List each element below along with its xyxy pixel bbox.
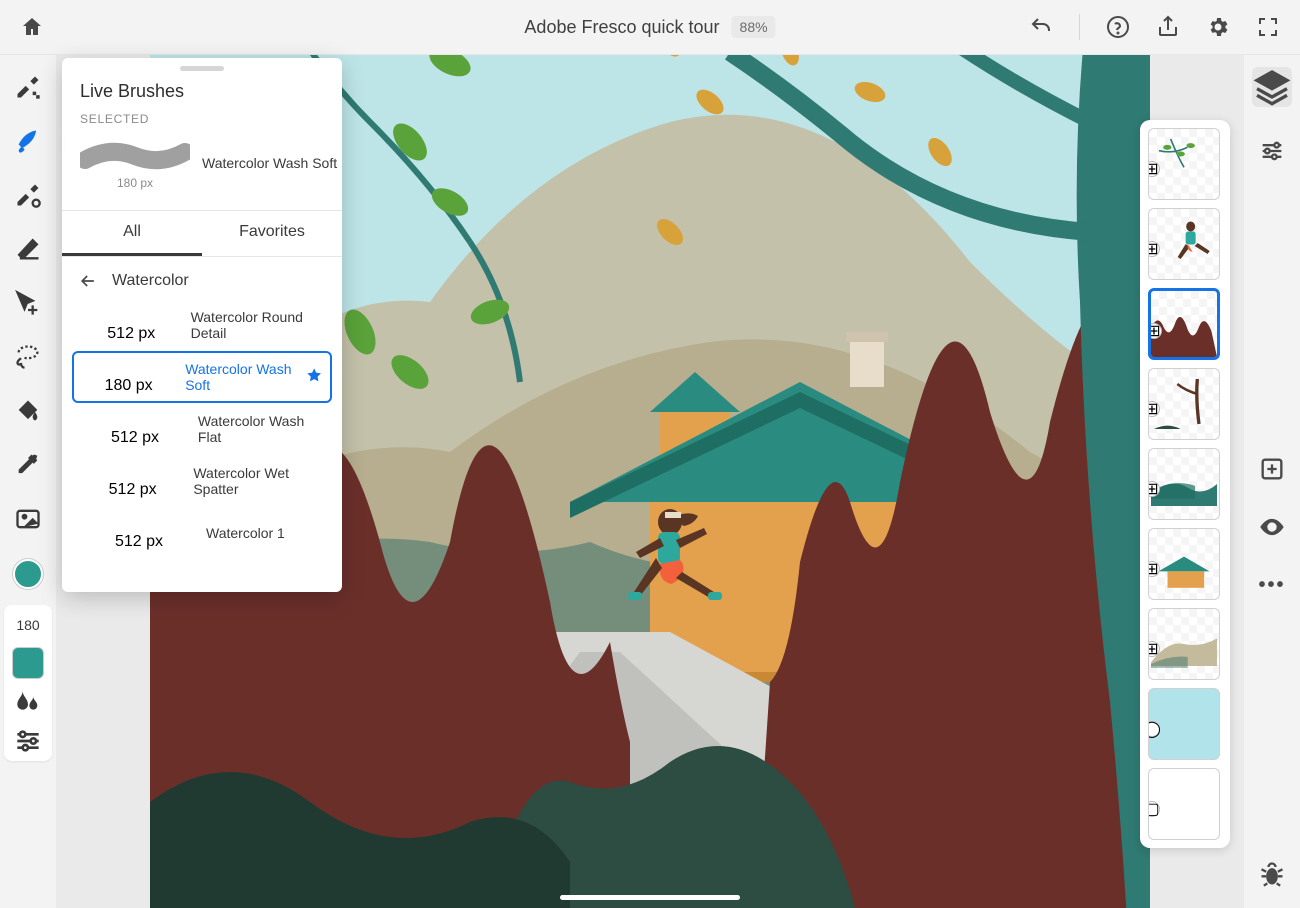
brush-stroke-preview [80, 138, 190, 174]
visibility-icon[interactable] [1258, 513, 1286, 541]
brush-name-label: Watercolor 1 [206, 525, 285, 541]
right-toolbar: ••• [1244, 55, 1300, 908]
share-icon[interactable] [1156, 15, 1180, 39]
tab-favorites[interactable]: Favorites [202, 211, 342, 256]
help-icon[interactable] [1106, 15, 1130, 39]
layers-panel: ⊞ ⊞ ⊞ ⊞ ⊞ ⊞ ⊞ ◯ ▢ [1140, 120, 1230, 848]
layer-thumb[interactable]: ⊞ [1148, 288, 1220, 360]
gear-icon[interactable] [1206, 15, 1230, 39]
divider [1079, 14, 1080, 40]
tab-all[interactable]: All [62, 211, 202, 256]
move-transform-tool-icon[interactable] [14, 289, 42, 317]
selected-label: SELECTED [80, 112, 324, 126]
home-indicator[interactable] [560, 895, 740, 900]
brush-item[interactable]: 180 px Watercolor Wash Soft [72, 351, 332, 403]
back-arrow-icon[interactable] [78, 271, 98, 291]
layer-thumb[interactable]: ⊞ [1148, 448, 1220, 520]
layer-type-badge-icon: ⊞ [1148, 401, 1160, 417]
top-bar: Adobe Fresco quick tour 88% [0, 0, 1300, 55]
brush-category-label: Watercolor [112, 272, 189, 290]
brush-item[interactable]: 512 px Watercolor Wash Flat [72, 403, 332, 455]
brush-size-label: 180 px [105, 377, 153, 395]
color-swatch[interactable] [13, 559, 43, 589]
color-chip[interactable] [12, 647, 44, 679]
brush-item[interactable]: 512 px Watercolor Wet Spatter [72, 455, 332, 507]
layer-type-badge-icon: ⊞ [1148, 641, 1160, 657]
lasso-tool-icon[interactable] [14, 343, 42, 371]
brush-settings-icon[interactable] [12, 727, 44, 755]
brush-size-field[interactable]: 180 [10, 611, 46, 639]
zoom-level[interactable]: 88% [732, 16, 776, 38]
place-image-tool-icon[interactable] [14, 505, 42, 533]
eyedropper-tool-icon[interactable] [14, 451, 42, 479]
selected-brush-size: 180 px [117, 176, 153, 190]
layer-type-badge-icon: ⊞ [1148, 481, 1160, 497]
pixel-brush-tool-icon[interactable] [14, 73, 42, 101]
bug-icon[interactable] [1258, 860, 1286, 888]
layer-thumb[interactable]: ▢ [1148, 768, 1220, 840]
popover-pointer [62, 134, 64, 154]
brush-item[interactable]: 512 px Watercolor 1 [72, 507, 332, 559]
brush-name-label: Watercolor Round Detail [191, 309, 322, 341]
layer-type-badge-icon: ▢ [1148, 801, 1160, 817]
brush-name-label: Watercolor Wash Flat [198, 413, 322, 445]
brush-size-label: 512 px [107, 325, 155, 343]
brush-item[interactable]: 512 px Watercolor Round Detail [72, 299, 332, 351]
selected-brush-name: Watercolor Wash Soft [202, 155, 337, 173]
brush-size-label: 512 px [115, 533, 163, 551]
layer-thumb[interactable]: ⊞ [1148, 208, 1220, 280]
layer-type-badge-icon: ◯ [1148, 721, 1160, 737]
brush-properties-group: 180 [4, 605, 52, 761]
layer-properties-icon[interactable] [1258, 137, 1286, 165]
layer-thumb[interactable]: ⊞ [1148, 528, 1220, 600]
eraser-tool-icon[interactable] [14, 235, 42, 263]
undo-icon[interactable] [1029, 15, 1053, 39]
document-title: Adobe Fresco quick tour [524, 17, 719, 38]
layer-type-badge-icon: ⊞ [1148, 241, 1160, 257]
layer-thumb[interactable]: ◯ [1148, 688, 1220, 760]
brush-size-label: 512 px [109, 481, 157, 499]
vector-brush-tool-icon[interactable] [14, 181, 42, 209]
layer-type-badge-icon: ⊞ [1148, 561, 1160, 577]
selected-brush-row: 180 px Watercolor Wash Soft [80, 132, 324, 196]
left-toolbar: 180 [0, 55, 56, 908]
layer-thumb[interactable]: ⊞ [1148, 128, 1220, 200]
drag-handle[interactable] [180, 66, 224, 71]
more-options-icon[interactable]: ••• [1258, 571, 1286, 599]
brush-name-label: Watercolor Wash Soft [185, 361, 295, 393]
layer-type-badge-icon: ⊞ [1148, 323, 1162, 339]
watercolor-flow-icon[interactable] [12, 687, 44, 719]
layer-thumb[interactable]: ⊞ [1148, 368, 1220, 440]
add-layer-icon[interactable] [1258, 455, 1286, 483]
live-brush-tool-icon[interactable] [14, 127, 42, 155]
brush-panel: Live Brushes SELECTED 180 px Watercolor … [62, 58, 342, 592]
fullscreen-icon[interactable] [1256, 15, 1280, 39]
brush-category-row[interactable]: Watercolor [62, 257, 342, 299]
layers-icon[interactable] [1252, 67, 1292, 107]
fill-tool-icon[interactable] [14, 397, 42, 425]
layer-thumb[interactable]: ⊞ [1148, 608, 1220, 680]
home-icon[interactable] [20, 15, 44, 39]
brush-panel-title: Live Brushes [62, 75, 342, 112]
layer-type-badge-icon: ⊞ [1148, 161, 1160, 177]
star-icon[interactable] [306, 367, 322, 387]
brush-name-label: Watercolor Wet Spatter [193, 465, 322, 497]
brush-size-label: 512 px [111, 429, 159, 447]
brush-tabs: All Favorites [62, 211, 342, 257]
brush-list[interactable]: 512 px Watercolor Round Detail 180 px Wa… [62, 299, 342, 592]
